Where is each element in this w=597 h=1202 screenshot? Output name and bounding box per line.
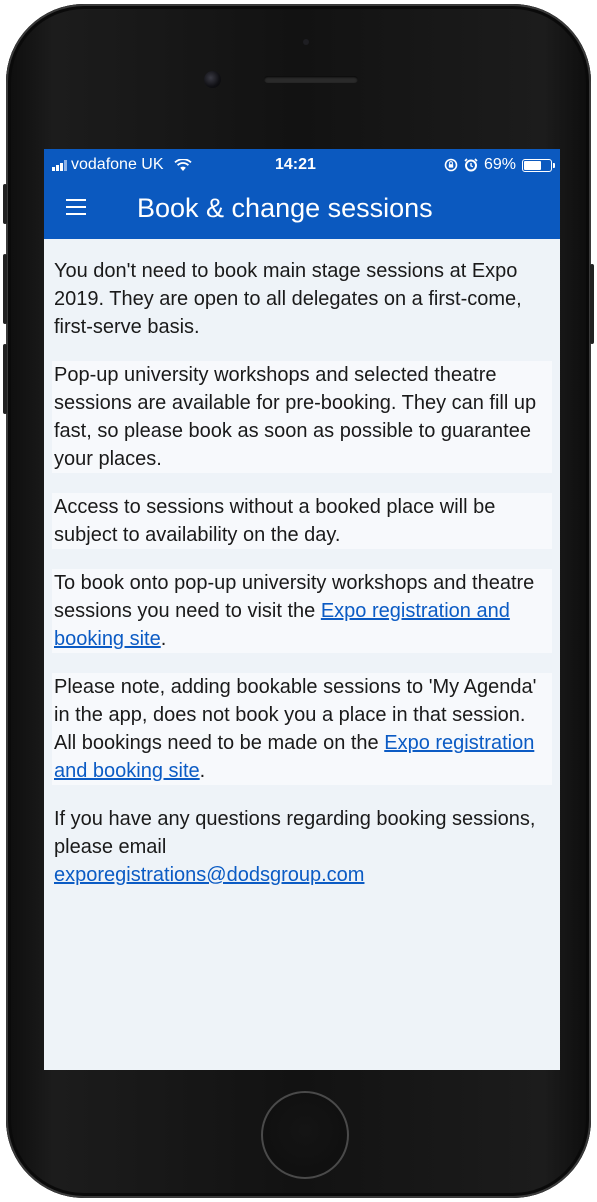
page-title: Book & change sessions <box>137 193 433 223</box>
lock-rotation-icon <box>444 158 458 172</box>
app-header: Book & change sessions <box>44 180 560 239</box>
wifi-icon <box>173 158 192 171</box>
proximity-sensor <box>303 39 309 45</box>
paragraph-contact: If you have any questions regarding book… <box>52 805 552 889</box>
contact-email-link[interactable]: exporegistrations@dodsgroup.com <box>54 864 364 886</box>
home-button[interactable] <box>261 1091 349 1179</box>
front-camera-icon <box>204 71 221 88</box>
status-time: 14:21 <box>275 156 316 173</box>
volume-up-button <box>3 254 7 324</box>
power-button <box>590 264 594 344</box>
mute-switch <box>3 184 7 224</box>
paragraph-my-agenda-note: Please note, adding bookable sessions to… <box>52 673 552 785</box>
phone-screen: vodafone UK 14:21 69% Book & change sess… <box>44 149 560 1070</box>
status-left: vodafone UK <box>52 156 192 174</box>
status-right: 69% <box>444 156 555 174</box>
hamburger-menu-icon[interactable] <box>66 199 86 215</box>
status-bar: vodafone UK 14:21 69% <box>44 149 560 180</box>
battery-icon <box>522 158 555 172</box>
paragraph-how-to-book: To book onto pop-up university workshops… <box>52 569 552 653</box>
alarm-icon <box>464 158 478 172</box>
signal-icon <box>52 159 67 171</box>
carrier-name: vodafone UK <box>71 156 164 173</box>
punctuation: . <box>199 760 206 782</box>
main-content: You don't need to book main stage sessio… <box>44 239 560 889</box>
battery-fill <box>524 160 541 170</box>
paragraph-availability: Access to sessions without a booked plac… <box>52 493 552 549</box>
battery-percent: 69% <box>483 156 516 173</box>
paragraph-pre-booking: Pop-up university workshops and selected… <box>52 361 552 473</box>
contact-text: If you have any questions regarding book… <box>54 808 536 858</box>
volume-down-button <box>3 344 7 414</box>
earpiece-speaker <box>264 76 358 83</box>
punctuation: . <box>160 628 167 650</box>
paragraph-main-stage: You don't need to book main stage sessio… <box>54 260 522 338</box>
